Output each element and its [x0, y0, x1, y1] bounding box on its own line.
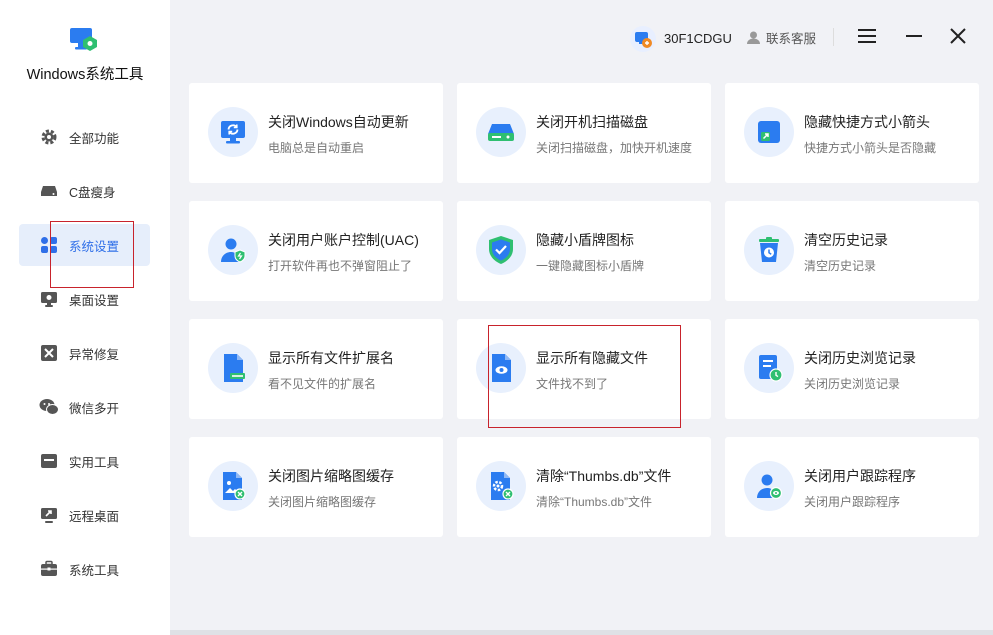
card-title: 清除“Thumbs.db”文件 — [536, 468, 672, 484]
card-disable-browsing-history[interactable]: 关闭历史浏览记录 关闭历史浏览记录 — [725, 319, 979, 419]
file-extension-icon — [208, 343, 258, 393]
card-description: 看不见文件的扩展名 — [268, 377, 377, 391]
card-disable-user-tracking[interactable]: 关闭用户跟踪程序 关闭用户跟踪程序 — [725, 437, 979, 537]
app-logo-icon — [69, 26, 99, 54]
card-title: 关闭图片缩略图缓存 — [268, 468, 394, 484]
card-title: 关闭Windows自动更新 — [268, 114, 409, 130]
card-disable-windows-update[interactable]: 关闭Windows自动更新 电脑总是自动重启 — [189, 83, 443, 183]
sidebar-item-remote-desktop[interactable]: 远程桌面 — [19, 494, 150, 536]
contact-support-label: 联系客服 — [766, 32, 817, 46]
card-description: 清空历史记录 — [804, 259, 877, 273]
sidebar-item-label: 全部功能 — [69, 131, 120, 146]
user-shield-icon — [208, 225, 258, 275]
bottom-border — [170, 630, 993, 635]
card-title: 关闭用户跟踪程序 — [804, 468, 916, 484]
card-disable-boot-disk-scan[interactable]: 关闭开机扫描磁盘 关闭扫描磁盘，加快开机速度 — [457, 83, 711, 183]
file-settings-icon — [476, 461, 526, 511]
minimize-button[interactable] — [902, 24, 926, 48]
hamburger-menu-icon — [858, 29, 876, 43]
user-eye-icon — [744, 461, 794, 511]
card-title: 关闭开机扫描磁盘 — [536, 114, 648, 130]
card-description: 一键隐藏图标小盾牌 — [536, 259, 645, 273]
grid-icon — [39, 235, 59, 255]
card-title: 显示所有文件扩展名 — [268, 350, 394, 366]
shortcut-arrow-icon — [744, 107, 794, 157]
sidebar: Windows系统工具 全部功能 C盘瘦身 系统设置 桌面设置 异常修复 微信多… — [0, 0, 170, 635]
card-title: 隐藏小盾牌图标 — [536, 232, 634, 248]
minimize-icon — [906, 35, 922, 37]
card-hide-shield-icon[interactable]: 隐藏小盾牌图标 一键隐藏图标小盾牌 — [457, 201, 711, 301]
support-agent-icon — [747, 31, 760, 44]
title-bar: 30F1CDGU 联系客服 — [170, 0, 993, 72]
briefcase-icon — [39, 559, 59, 579]
card-description: 清除“Thumbs.db”文件 — [536, 495, 653, 509]
sidebar-item-wechat[interactable]: 微信多开 — [19, 386, 150, 428]
trash-history-icon — [744, 225, 794, 275]
card-clear-history[interactable]: 清空历史记录 清空历史记录 — [725, 201, 979, 301]
monitor-refresh-icon — [208, 107, 258, 157]
card-hide-shortcut-arrow[interactable]: 隐藏快捷方式小箭头 快捷方式小箭头是否隐藏 — [725, 83, 979, 183]
card-clear-thumbs-db[interactable]: 清除“Thumbs.db”文件 清除“Thumbs.db”文件 — [457, 437, 711, 537]
sidebar-item-label: 桌面设置 — [69, 293, 120, 308]
card-description: 关闭图片缩略图缓存 — [268, 495, 377, 509]
sidebar-item-label: 系统工具 — [69, 563, 120, 578]
card-title: 关闭用户账户控制(UAC) — [268, 232, 419, 248]
card-title: 关闭历史浏览记录 — [804, 350, 916, 366]
sidebar-item-label: C盘瘦身 — [69, 185, 116, 200]
card-description: 关闭扫描磁盘，加快开机速度 — [536, 141, 693, 155]
divider — [833, 28, 834, 46]
image-file-icon — [208, 461, 258, 511]
sidebar-item-utilities[interactable]: 实用工具 — [19, 440, 150, 482]
sidebar-item-label: 微信多开 — [69, 401, 120, 416]
sidebar-item-system-tools[interactable]: 系统工具 — [19, 548, 150, 590]
card-description: 打开软件再也不弹窗阻止了 — [268, 259, 413, 273]
card-show-hidden-files[interactable]: 显示所有隐藏文件 文件找不到了 — [457, 319, 711, 419]
menu-button[interactable] — [855, 24, 879, 48]
card-title: 显示所有隐藏文件 — [536, 350, 648, 366]
card-title: 清空历史记录 — [804, 232, 888, 248]
file-eye-icon — [476, 343, 526, 393]
card-disable-uac[interactable]: 关闭用户账户控制(UAC) 打开软件再也不弹窗阻止了 — [189, 201, 443, 301]
sidebar-item-system-settings[interactable]: 系统设置 — [19, 224, 150, 266]
monitor-icon — [39, 289, 59, 309]
drive-icon — [39, 181, 59, 201]
card-description: 电脑总是自动重启 — [268, 141, 365, 155]
sidebar-item-c-drive[interactable]: C盘瘦身 — [19, 170, 150, 212]
card-description: 文件找不到了 — [536, 377, 609, 391]
card-title: 隐藏快捷方式小箭头 — [804, 114, 930, 130]
sidebar-item-label: 异常修复 — [69, 347, 120, 362]
card-description: 快捷方式小箭头是否隐藏 — [804, 141, 937, 155]
sidebar-item-desktop-settings[interactable]: 桌面设置 — [19, 278, 150, 320]
sidebar-item-repair[interactable]: 异常修复 — [19, 332, 150, 374]
remote-desktop-icon — [39, 505, 59, 525]
wechat-icon — [39, 397, 59, 417]
sidebar-item-label: 系统设置 — [69, 239, 120, 254]
shield-check-icon — [476, 225, 526, 275]
user-avatar[interactable] — [630, 26, 656, 52]
tools-icon — [39, 343, 59, 363]
sidebar-item-label: 远程桌面 — [69, 509, 120, 524]
sidebar-item-all-features[interactable]: 全部功能 — [19, 116, 150, 158]
hard-disk-icon — [476, 107, 526, 157]
card-show-file-extensions[interactable]: 显示所有文件扩展名 看不见文件的扩展名 — [189, 319, 443, 419]
close-button[interactable] — [946, 24, 970, 48]
close-icon — [950, 28, 966, 44]
card-disable-thumbnail-cache[interactable]: 关闭图片缩略图缓存 关闭图片缩略图缓存 — [189, 437, 443, 537]
card-description: 关闭用户跟踪程序 — [804, 495, 901, 509]
user-id: 30F1CDGU — [664, 31, 732, 46]
sidebar-item-label: 实用工具 — [69, 455, 120, 470]
contact-support-button[interactable]: 联系客服 — [746, 28, 816, 47]
app-title: Windows系统工具 — [26, 67, 144, 83]
gear-icon — [39, 127, 59, 147]
card-description: 关闭历史浏览记录 — [804, 377, 901, 391]
document-clock-icon — [744, 343, 794, 393]
sidebar-nav: 全部功能 C盘瘦身 系统设置 桌面设置 异常修复 微信多开 实用工具 远程桌面 … — [19, 116, 150, 602]
toolbox-icon — [39, 451, 59, 471]
